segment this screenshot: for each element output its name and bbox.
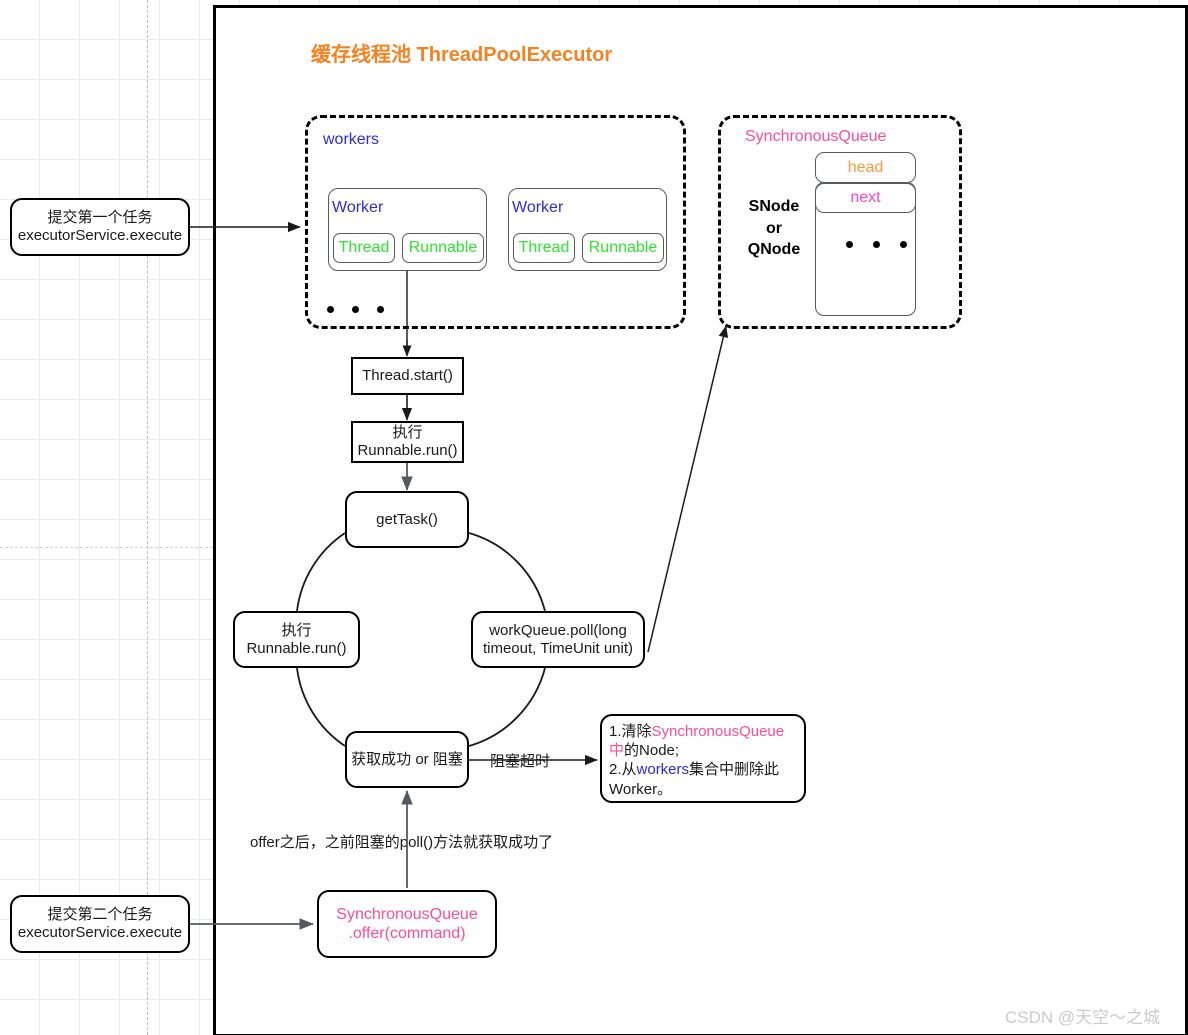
runnable-run-top-line-2: Runnable.run() (357, 442, 458, 459)
node-kind-label: SNode or QNode (746, 196, 802, 261)
submit-first-line-1: 提交第一个任务 (47, 209, 153, 226)
cleanup-item2-highlight: workers (636, 761, 690, 779)
node-kind-line-3: QNode (747, 241, 801, 259)
node-kind-line-2: or (766, 219, 782, 237)
thread-start-box[interactable]: Thread.start() (351, 357, 464, 395)
work-queue-poll-line-1: workQueue.poll(long (489, 621, 627, 639)
runnable-run-left-box[interactable]: 执行 Runnable.run() (233, 611, 360, 668)
worker-a-runnable: Runnable (402, 233, 484, 263)
queue-cell-head: head (815, 152, 916, 183)
cleanup-item2-prefix: 2.从 (609, 761, 637, 779)
guide-line-vertical (147, 0, 148, 1035)
guide-line-horizontal (0, 547, 213, 548)
offer-box-line-2: .offer(command) (348, 925, 466, 942)
worker-b-runnable: Runnable (582, 233, 664, 263)
diagram-canvas: 缓存线程池 ThreadPoolExecutor workers Worker … (0, 0, 1188, 1035)
queue-ellipsis (846, 241, 907, 248)
worker-a-thread: Thread (333, 233, 395, 263)
cleanup-item1-suffix: 的Node; (624, 742, 680, 760)
ellipsis-dot (352, 306, 359, 313)
page-title: 缓存线程池 ThreadPoolExecutor (311, 44, 613, 66)
timeout-edge-label: 阻塞超时 (487, 750, 554, 771)
worker-b-thread: Thread (513, 233, 575, 263)
work-queue-poll-box[interactable]: workQueue.poll(long timeout, TimeUnit un… (471, 611, 645, 668)
runnable-run-top-box[interactable]: 执行 Runnable.run() (351, 421, 464, 463)
queue-cell-next: next (815, 183, 916, 213)
acquire-or-block-box[interactable]: 获取成功 or 阻塞 (345, 731, 469, 788)
workers-ellipsis (327, 306, 384, 313)
ellipsis-dot (846, 241, 853, 248)
offer-note-label: offer之后，之前阻塞的poll()方法就获取成功了 (247, 831, 557, 852)
watermark: CSDN @天空～之城 (1005, 1008, 1161, 1027)
offer-box-line-1: SynchronousQueue (336, 905, 478, 923)
get-task-box[interactable]: getTask() (345, 491, 469, 548)
work-queue-poll-line-2: timeout, TimeUnit unit) (482, 639, 634, 657)
cleanup-note-line-1: 1.清除SynchronousQueue中的Node; (609, 722, 797, 760)
submit-second-task-box[interactable]: 提交第二个任务 executorService.execute (10, 895, 190, 953)
synchronous-queue-offer-box[interactable]: SynchronousQueue .offer(command) (317, 890, 497, 958)
workers-group-label: workers (323, 131, 380, 148)
submit-first-task-box[interactable]: 提交第一个任务 executorService.execute (10, 198, 190, 256)
cleanup-note-box: 1.清除SynchronousQueue中的Node; 2.从workers集合… (600, 714, 806, 803)
submit-first-line-2: executorService.execute (17, 227, 183, 244)
runnable-run-left-line-2: Runnable.run() (246, 639, 347, 657)
runnable-run-left-line-1: 执行 (281, 621, 312, 639)
ellipsis-dot (873, 241, 880, 248)
cleanup-note-line-2: 2.从workers集合中删除此Worker。 (609, 760, 797, 798)
ellipsis-dot (900, 241, 907, 248)
node-kind-line-1: SNode (748, 198, 800, 215)
synchronous-queue-label: SynchronousQueue (745, 128, 887, 145)
cleanup-item1-prefix: 1.清除 (609, 723, 652, 740)
submit-second-line-2: executorService.execute (17, 924, 183, 941)
ellipsis-dot (377, 306, 384, 313)
worker-b-label: Worker (512, 199, 564, 216)
submit-second-line-1: 提交第二个任务 (47, 906, 153, 923)
worker-a-label: Worker (332, 199, 384, 216)
ellipsis-dot (327, 306, 334, 313)
runnable-run-top-line-1: 执行 (392, 424, 423, 441)
